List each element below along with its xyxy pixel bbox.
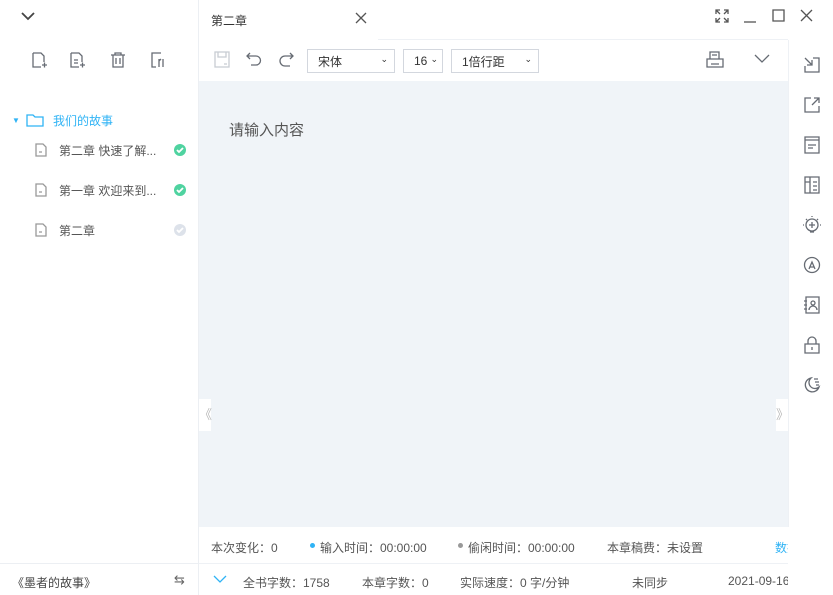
status-bar-top: 本次变化：0 输入时间：00:00:00 偷闲时间：00:00:00 本章稿费：… [199, 527, 833, 564]
chapter-item[interactable]: 第二章 [0, 218, 198, 242]
table-of-contents-icon[interactable] [802, 175, 822, 195]
chapter-item[interactable]: 第一章 欢迎来到... [0, 178, 198, 202]
characters-icon[interactable] [802, 295, 822, 315]
idle-dot-icon [458, 543, 463, 548]
status-bar-bottom: 全书字数：1758 本章字数：0 实际速度：0 字/分钟 未同步 2021-09… [199, 564, 833, 595]
maximize-icon[interactable] [772, 9, 785, 22]
chapter-title: 第二章 [59, 223, 96, 238]
sidebar: ▼ 我们的故事 第二章 快速了解... 第一章 欢迎来到... 第二章 《墨者的… [0, 0, 199, 595]
folder-our-story[interactable]: ▼ 我们的故事 [0, 108, 198, 132]
book-footer: 《墨者的故事》 ⇆ [0, 563, 198, 595]
line-spacing-select[interactable]: 1倍行距 ⌄ [451, 49, 539, 73]
font-size-select[interactable]: 16 ⌄ [403, 49, 443, 73]
collapse-right-handle[interactable]: 》 [776, 399, 789, 431]
export-icon[interactable] [802, 95, 822, 115]
rail-footer [788, 527, 833, 595]
input-time: 输入时间：00:00:00 [320, 541, 427, 555]
collapse-chevron-icon[interactable] [18, 6, 38, 26]
chapter-words: 本章字数：0 [362, 576, 429, 590]
import-icon[interactable] [802, 55, 822, 75]
idle-time: 偷闲时间：00:00:00 [468, 541, 575, 555]
collapse-left-handle[interactable]: 《 [199, 399, 212, 431]
total-words: 全书字数：1758 [243, 576, 330, 590]
new-file-icon[interactable] [29, 50, 49, 70]
switch-book-icon[interactable]: ⇆ [174, 572, 185, 588]
tab-label: 第二章 [211, 14, 248, 28]
font-size-value: 16 [414, 54, 428, 68]
synced-check-icon [174, 184, 186, 196]
document-icon [35, 183, 47, 197]
minimize-icon[interactable] [743, 9, 757, 23]
collapse-status-icon[interactable] [213, 575, 227, 584]
expand-toolbar-icon[interactable] [754, 54, 770, 64]
font-select[interactable]: 宋体 ⌄ [307, 49, 395, 73]
chevron-down-icon: ⌄ [524, 54, 532, 64]
synced-check-icon [174, 144, 186, 156]
book-name[interactable]: 《墨者的故事》 [12, 574, 96, 591]
folder-icon [26, 113, 44, 127]
fullscreen-icon[interactable] [715, 9, 729, 23]
document-icon [35, 223, 47, 237]
close-window-icon[interactable] [800, 9, 813, 22]
chevron-down-icon: ⌄ [380, 54, 388, 64]
proofread-icon[interactable] [802, 255, 822, 275]
tab-chapter[interactable]: 第二章 [199, 0, 378, 40]
line-spacing-value: 1倍行距 [462, 54, 505, 69]
sync-status: 未同步 [632, 576, 669, 590]
night-mode-icon[interactable] [802, 375, 822, 395]
folder-label: 我们的故事 [53, 113, 114, 128]
document-icon [35, 143, 47, 157]
chapter-title: 第二章 快速了解... [59, 143, 157, 158]
save-icon[interactable] [214, 51, 230, 68]
undo-icon[interactable] [246, 51, 262, 67]
close-tab-icon[interactable] [355, 12, 367, 24]
chapter-title: 第一章 欢迎来到... [59, 183, 157, 198]
editor[interactable]: 请输入内容 《 》 [199, 81, 789, 527]
change-count: 本次变化：0 [211, 541, 278, 555]
inspiration-bulb-icon[interactable] [802, 215, 822, 235]
unsynced-check-icon [174, 224, 186, 236]
redo-icon[interactable] [278, 51, 294, 67]
chapter-fee: 本章稿费：未设置 [607, 541, 704, 555]
chapter-item[interactable]: 第二章 快速了解... [0, 138, 198, 162]
typing-speed: 实际速度：0 字/分钟 [460, 576, 570, 590]
editor-placeholder[interactable]: 请输入内容 [229, 119, 304, 140]
delete-icon[interactable] [108, 50, 128, 70]
font-value: 宋体 [318, 54, 343, 69]
sort-icon[interactable] [148, 50, 168, 70]
outline-icon[interactable] [802, 135, 822, 155]
lock-icon[interactable] [802, 335, 822, 355]
input-dot-icon [310, 543, 315, 548]
main-area: 第二章 宋体 ⌄ 16 ⌄ 1倍行距 ⌄ 请输入内容 《 》 本次变化：0 输入时间：… [199, 0, 833, 595]
print-icon[interactable] [706, 51, 724, 69]
new-chapter-icon[interactable] [67, 50, 87, 70]
chevron-down-icon: ⌄ [430, 54, 438, 64]
expand-arrow-icon[interactable]: ▼ [12, 116, 20, 125]
